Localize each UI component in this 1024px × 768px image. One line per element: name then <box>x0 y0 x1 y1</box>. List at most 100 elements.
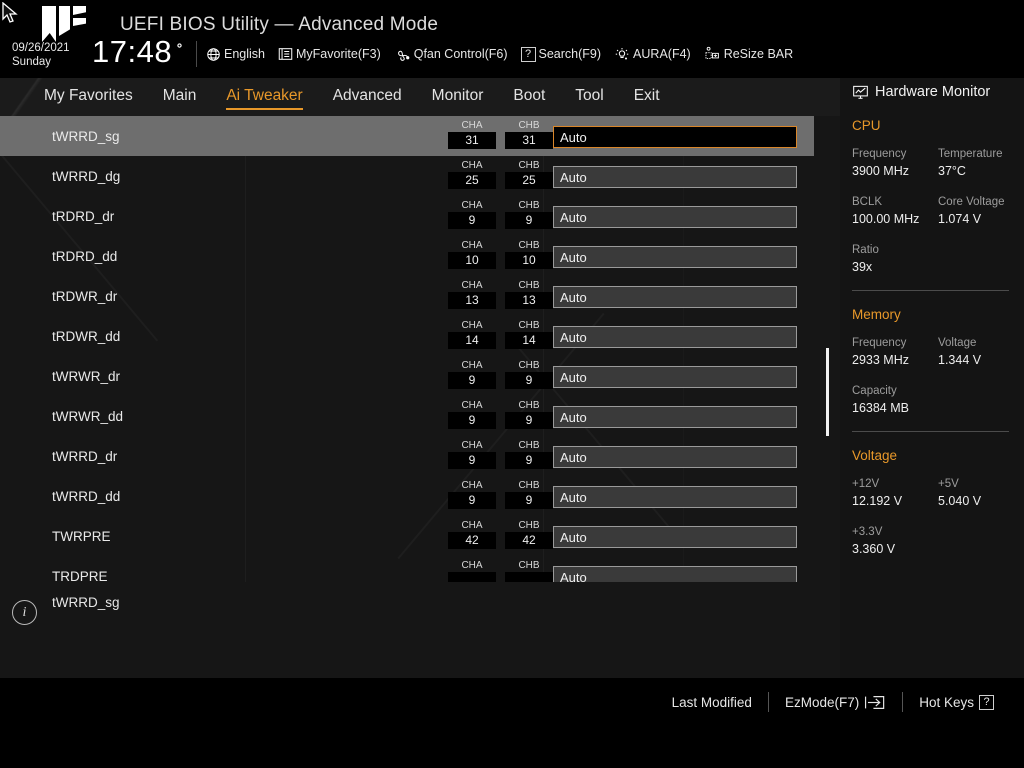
channel-chb: CHB9 <box>505 440 553 469</box>
hardware-monitor-title: Hardware Monitor <box>852 84 1024 100</box>
channel-label: CHB <box>505 360 553 372</box>
hw-metric-value: 1.074 V <box>938 211 1024 228</box>
hw-row: Frequency2933 MHzVoltage1.344 V <box>852 335 1024 369</box>
setting-label: tWRRD_dd <box>52 489 120 504</box>
channel-cha: CHA25 <box>448 160 496 189</box>
qfan-control-button[interactable]: Qfan Control(F6) <box>394 47 508 62</box>
setting-value-input[interactable]: Auto <box>553 366 797 388</box>
channel-values: CHA 10CHB10 <box>448 240 553 269</box>
setting-value-input[interactable]: Auto <box>553 326 797 348</box>
qfan-label: Qfan Control(F6) <box>414 47 508 61</box>
setting-value-input[interactable]: Auto <box>553 446 797 468</box>
channel-label: CHA <box>448 440 496 452</box>
settings-row[interactable]: tRDRD_dr CHA9CHB9Auto <box>0 196 814 236</box>
setting-value-input[interactable]: Auto <box>553 486 797 508</box>
hw-metric: +3.3V3.360 V <box>852 524 938 558</box>
system-clock: 17:48 <box>92 36 172 67</box>
hardware-monitor-title-text: Hardware Monitor <box>875 84 990 100</box>
tab-boot[interactable]: Boot <box>513 87 545 108</box>
header-tools: English MyFavorite(F3) Qfan Control(F6) <box>206 46 793 62</box>
hotkeys-button[interactable]: Hot Keys ? <box>903 695 1010 710</box>
channel-values: CHA9CHB9 <box>448 400 553 429</box>
channel-label: CHA <box>448 480 496 492</box>
tab-main[interactable]: Main <box>163 87 197 108</box>
tab-exit[interactable]: Exit <box>634 87 660 108</box>
channel-values: CHA9 CHB9 <box>448 440 553 469</box>
settings-row[interactable]: tWRRD_ddCHA9CHB9Auto <box>0 476 814 516</box>
channel-value: 14 <box>448 332 496 349</box>
resize-bar-button[interactable]: ReSize BAR <box>704 46 793 62</box>
hw-metric-value: 2933 MHz <box>852 352 938 369</box>
setting-label: tWRWR_dr <box>52 369 120 384</box>
channel-label: CHB <box>505 160 553 172</box>
last-modified-button[interactable]: Last Modified <box>656 695 768 710</box>
setting-value-input[interactable]: Auto <box>553 406 797 428</box>
channel-label: CHA <box>448 240 496 252</box>
setting-value-input[interactable]: Auto <box>553 526 797 548</box>
list-scrollbar-thumb[interactable] <box>826 348 829 436</box>
setting-value-input[interactable]: Auto <box>553 126 797 148</box>
settings-row[interactable]: TRDPRECHACHBAuto <box>0 556 814 582</box>
hw-metric: Capacity16384 MB <box>852 383 938 417</box>
weekday-text: Sunday <box>12 55 70 69</box>
settings-row[interactable]: tRDWR_ddCHA14CHB14Auto <box>0 316 814 356</box>
hw-metric-value: 37°C <box>938 163 1024 180</box>
setting-value-input[interactable]: Auto <box>553 286 797 308</box>
myfavorite-button[interactable]: MyFavorite(F3) <box>278 47 381 61</box>
channel-chb: CHB9 <box>505 200 553 229</box>
channel-value: 9 <box>448 372 496 389</box>
settings-row[interactable]: TWRPRECHA42CHB42Auto <box>0 516 814 556</box>
channel-label: CHA <box>448 120 496 132</box>
channel-value <box>448 572 496 582</box>
language-button[interactable]: English <box>206 47 265 62</box>
settings-row[interactable]: tWRWR_ddCHA9CHB9Auto <box>0 396 814 436</box>
channel-value: 9 <box>448 412 496 429</box>
hw-row: +12V12.192 V+5V5.040 V <box>852 476 1024 510</box>
question-box-icon: ? <box>521 47 536 62</box>
channel-values: CHA9CHB9 <box>448 200 553 229</box>
tab-my-favorites[interactable]: My Favorites <box>44 87 133 108</box>
channel-values: CHA25CHB25 <box>448 160 553 189</box>
list-icon <box>278 47 293 61</box>
tab-tool[interactable]: Tool <box>575 87 603 108</box>
settings-row[interactable]: tWRRD_dgCHA25CHB25Auto <box>0 156 814 196</box>
tab-advanced[interactable]: Advanced <box>333 87 402 108</box>
channel-values: CHA31CHB31 <box>448 120 553 149</box>
search-button[interactable]: ? Search(F9) <box>521 47 602 62</box>
tab-monitor[interactable]: Monitor <box>432 87 484 108</box>
settings-row[interactable]: tRDWR_drCHA13CHB13Auto <box>0 276 814 316</box>
settings-row[interactable]: tWRRD_sgCHA31CHB31Auto <box>0 116 814 156</box>
help-panel <box>0 582 840 678</box>
hw-row: BCLK100.00 MHzCore Voltage1.074 V <box>852 194 1024 228</box>
settings-row[interactable]: tRDRD_ddCHA10CHB10Auto <box>0 236 814 276</box>
setting-value-input[interactable]: Auto <box>553 566 797 582</box>
channel-chb: CHB10 <box>505 240 553 269</box>
header-bar: UEFI BIOS Utility — Advanced Mode 09/26/… <box>0 0 1024 78</box>
hw-metric-label: +3.3V <box>852 524 938 541</box>
channel-values: CHA9CHB9 <box>448 480 553 509</box>
channel-label: CHB <box>505 240 553 252</box>
setting-value-input[interactable]: Auto <box>553 246 797 268</box>
aura-button[interactable]: AURA(F4) <box>614 47 691 62</box>
hw-metric-label: Voltage <box>938 335 1024 352</box>
channel-label: CHA <box>448 280 496 292</box>
ezmode-button[interactable]: EzMode(F7) <box>769 695 902 710</box>
settings-row[interactable]: tWRWR_drCHA9CHB9Auto <box>0 356 814 396</box>
channel-value: 9 <box>448 452 496 469</box>
tuf-gaming-logo <box>42 6 94 46</box>
fan-icon <box>394 47 411 62</box>
tab-ai-tweaker[interactable]: Ai Tweaker <box>226 87 302 108</box>
channel-cha: CHA13 <box>448 280 496 309</box>
channel-value: 10 <box>505 252 553 269</box>
channel-value: 9 <box>505 492 553 509</box>
setting-label: tRDRD_dr <box>52 209 114 224</box>
gear-icon[interactable] <box>172 38 187 53</box>
hw-metric-label: Core Voltage <box>938 194 1024 211</box>
setting-value-input[interactable]: Auto <box>553 166 797 188</box>
channel-label: CHA <box>448 160 496 172</box>
hw-metric: Core Voltage1.074 V <box>938 194 1024 228</box>
aura-label: AURA(F4) <box>633 47 691 61</box>
setting-value-input[interactable]: Auto <box>553 206 797 228</box>
settings-row[interactable]: tWRRD_drCHA9CHB9Auto <box>0 436 814 476</box>
hardware-monitor-panel: Hardware Monitor CPUFrequency3900 MHzTem… <box>840 78 1024 678</box>
